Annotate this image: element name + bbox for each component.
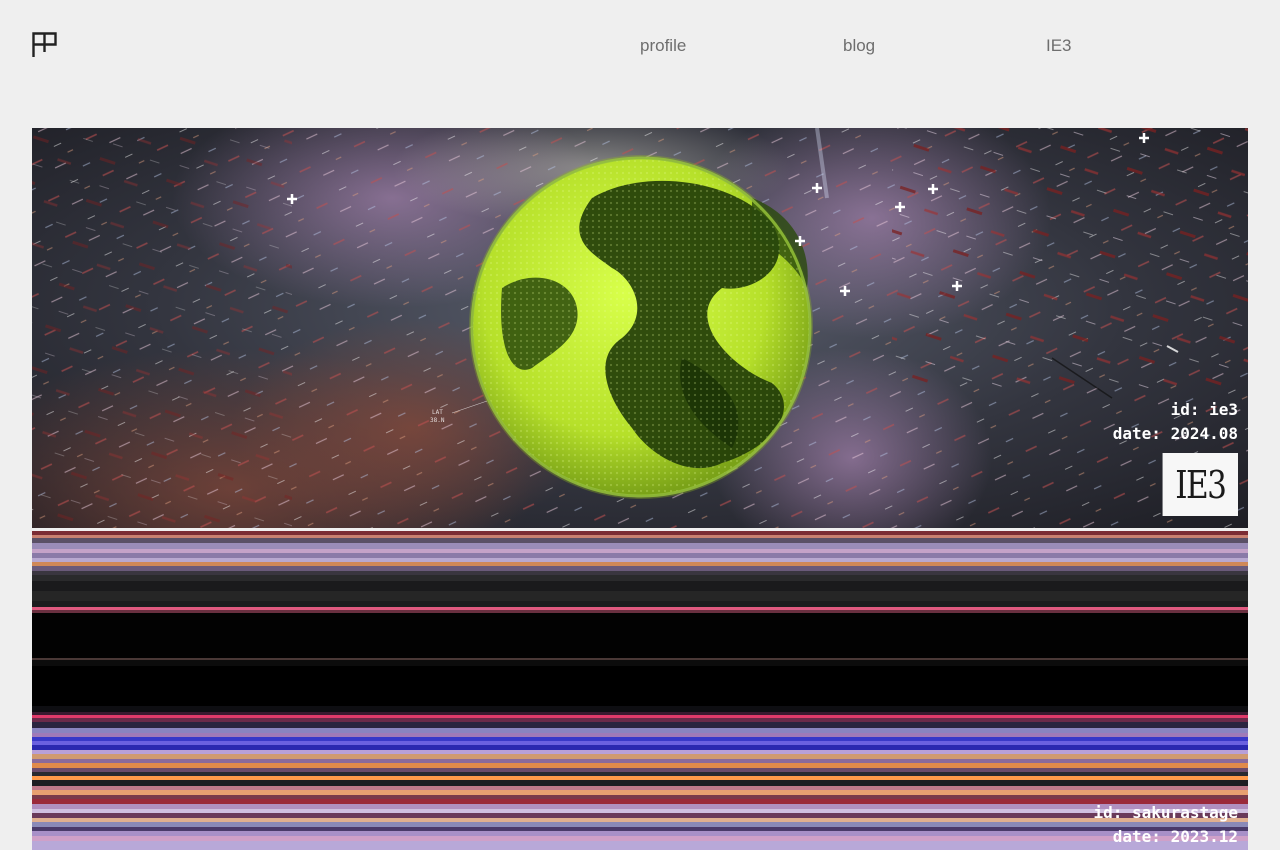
logo-icon[interactable] <box>32 32 57 58</box>
glitch-stripes <box>32 531 1248 850</box>
project-id: id: ie3 <box>1170 400 1238 419</box>
project-card-ie3[interactable]: LAT 38.N id: ie3 date: 2024.08 IE3 <box>32 128 1248 528</box>
svg-text:LAT: LAT <box>432 409 443 416</box>
project-thumbnail-sakurastage <box>32 531 1248 850</box>
nav-link-blog[interactable]: blog <box>843 36 875 56</box>
project-card-sakurastage[interactable]: id: sakurastage date: 2023.12 <box>32 531 1248 850</box>
project-id: id: sakurastage <box>1093 803 1239 822</box>
project-meta-ie3: id: ie3 date: 2024.08 <box>1113 398 1238 446</box>
nav-link-ie3[interactable]: IE3 <box>1046 36 1072 56</box>
project-meta-sakurastage: id: sakurastage date: 2023.12 <box>1094 801 1239 849</box>
nav-link-profile[interactable]: profile <box>640 36 686 56</box>
project-badge-ie3: IE3 <box>1162 453 1238 516</box>
project-thumbnail-ie3: LAT 38.N <box>32 128 1248 528</box>
project-date: date: 2024.08 <box>1112 424 1238 443</box>
svg-text:38.N: 38.N <box>430 417 445 424</box>
site-header: profile blog IE3 <box>0 0 1280 92</box>
project-date: date: 2023.12 <box>1112 827 1238 846</box>
